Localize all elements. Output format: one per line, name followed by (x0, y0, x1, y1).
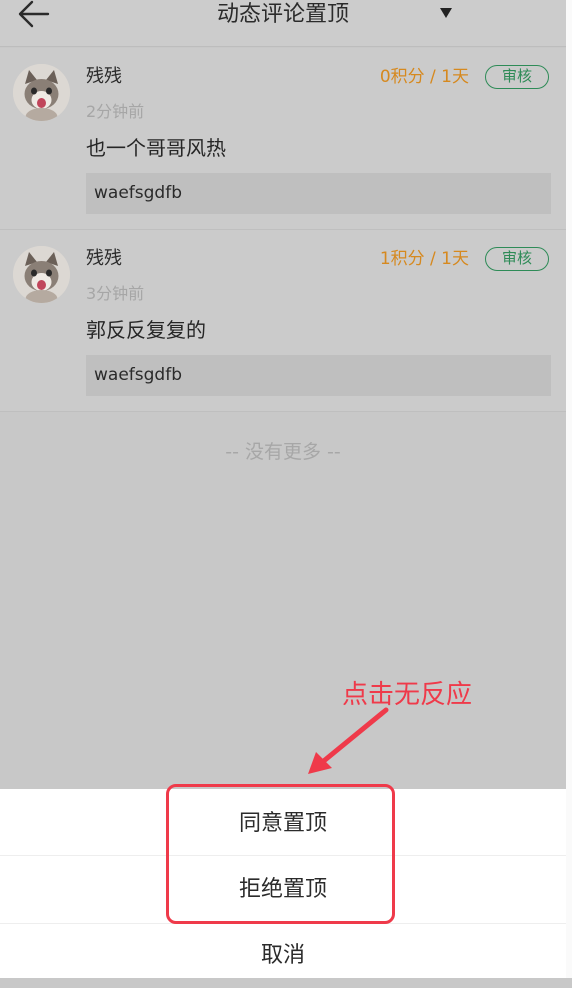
edge-strip (566, 0, 572, 978)
points-duration: 0积分 / 1天 (379, 67, 469, 87)
kitten-avatar-image (13, 246, 70, 303)
cancel-button[interactable]: 取消 (0, 924, 566, 978)
comment-time: 3分钟前 (86, 284, 145, 303)
avatar[interactable] (13, 246, 70, 303)
avatar[interactable] (13, 64, 70, 121)
no-more-text: -- 没有更多 -- (225, 441, 341, 463)
reject-pin-button[interactable]: 拒绝置顶 (0, 856, 566, 924)
triangle-down-icon[interactable] (440, 8, 452, 18)
comment-time: 2分钟前 (86, 102, 145, 121)
audit-button[interactable]: 审核 (485, 247, 549, 271)
comment-content: 也一个哥哥风热 (86, 136, 226, 160)
reply-box[interactable]: waefsgdfb (86, 355, 551, 396)
points-duration: 1积分 / 1天 (379, 249, 469, 269)
header-bar: 动态评论置顶 (0, 0, 566, 47)
annotation-arrow-icon (308, 707, 389, 774)
comment-content: 郭反反复复的 (86, 318, 206, 342)
screen: 动态评论置顶 残残 2分钟前 也一个哥哥风热 waefsgdfb 0积分 / 1… (0, 0, 566, 978)
page-title: 动态评论置顶 (216, 2, 349, 27)
comment-item: 残残 2分钟前 也一个哥哥风热 waefsgdfb 0积分 / 1天 审核 (0, 48, 566, 230)
comment-list: 残残 2分钟前 也一个哥哥风热 waefsgdfb 0积分 / 1天 审核 残残… (0, 48, 566, 412)
audit-button[interactable]: 审核 (485, 65, 549, 89)
agree-pin-button[interactable]: 同意置顶 (0, 789, 566, 856)
comment-item: 残残 3分钟前 郭反反复复的 waefsgdfb 1积分 / 1天 审核 (0, 230, 566, 412)
action-sheet: 同意置顶 拒绝置顶 取消 (0, 789, 566, 978)
user-name: 残残 (86, 66, 122, 87)
user-name: 残残 (86, 248, 122, 269)
kitten-avatar-image (13, 64, 70, 121)
reply-box[interactable]: waefsgdfb (86, 173, 551, 214)
